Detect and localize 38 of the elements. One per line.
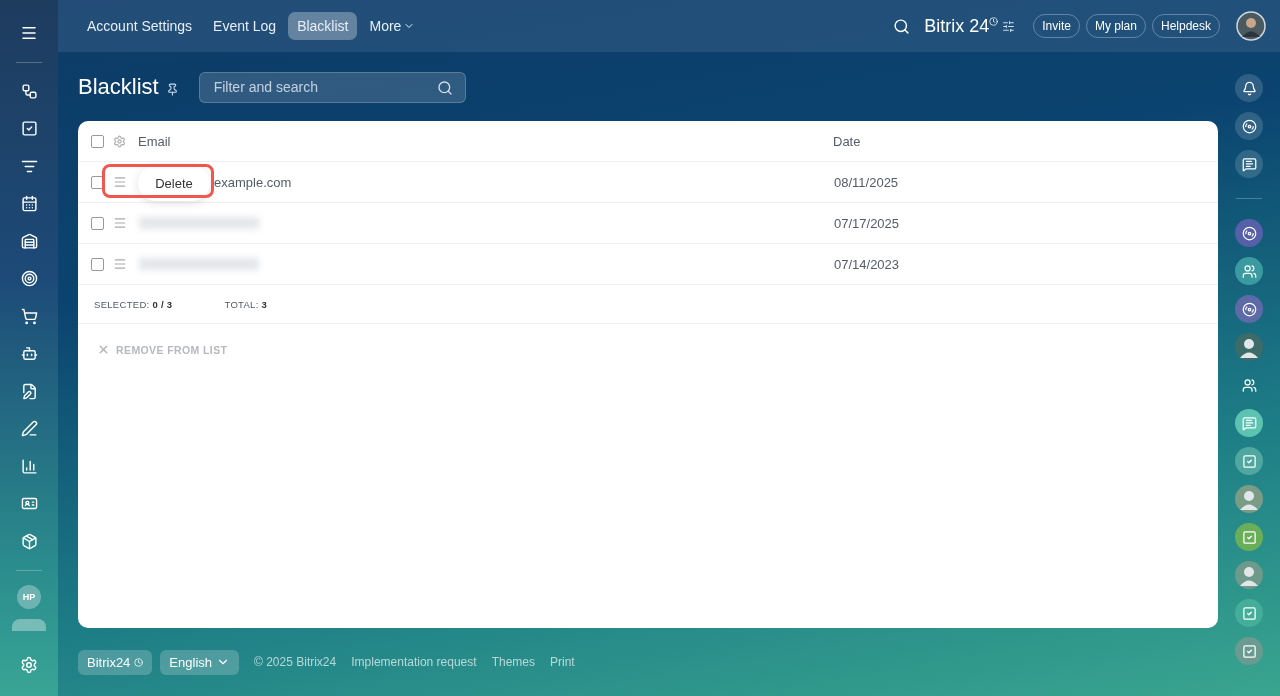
avatar[interactable] [1235,561,1263,589]
column-header[interactable]: Date [833,133,861,149]
nav-tab[interactable]: Event Log [204,12,286,40]
nav-tab[interactable]: Account Settings [78,12,202,40]
clock-icon [134,657,144,667]
brand-logo[interactable]: Bitrix 24 [924,15,990,37]
bell-icon[interactable] [1235,74,1263,102]
page-title: Blacklist [78,74,159,100]
disc-icon[interactable] [1235,112,1263,140]
search-icon[interactable] [893,17,911,35]
more-menu[interactable]: More [360,12,425,40]
clock-icon [989,16,999,26]
chat-icon[interactable] [1235,409,1263,437]
checkbox[interactable] [91,216,104,230]
search-icon[interactable] [436,79,453,96]
table-cell: 08/11/2025 [834,174,899,190]
users-icon[interactable] [1235,257,1263,285]
close-icon [97,343,110,356]
avatar[interactable] [1235,333,1263,361]
user-avatar[interactable] [1236,11,1266,41]
avatar[interactable] [1235,485,1263,513]
table-cell: 07/14/2023 [834,256,900,272]
disc-icon[interactable] [1235,295,1263,323]
total-count: TOTAL: 3 [224,298,268,310]
checkbox[interactable] [91,257,104,271]
table-cell: example.com [214,174,292,190]
selected-count: SELECTED: 0 / 3 [94,298,173,310]
checkbox[interactable] [91,134,104,148]
table-cell: 07/17/2025 [834,215,900,231]
checkbox-icon[interactable] [1235,523,1263,551]
pin-icon[interactable] [165,82,179,96]
chat-icon[interactable] [1235,150,1263,178]
checkbox-icon[interactable] [1235,599,1263,627]
checkbox-icon[interactable] [1235,637,1263,665]
sliders-icon[interactable] [1002,19,1016,33]
checkbox-icon[interactable] [1235,447,1263,475]
column-header[interactable]: Email [138,133,833,149]
disc-icon[interactable] [1235,219,1263,247]
